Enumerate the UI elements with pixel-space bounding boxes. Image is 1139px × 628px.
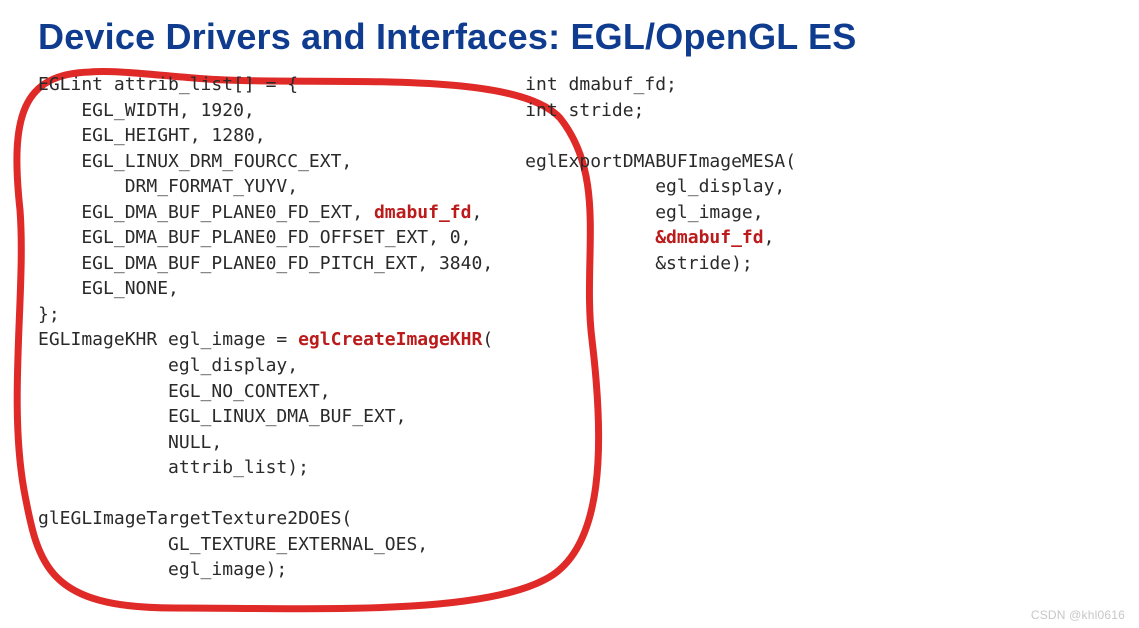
- code-line: egl_image,: [525, 202, 763, 223]
- code-line: ,: [472, 202, 483, 223]
- slide: Device Drivers and Interfaces: EGL/OpenG…: [0, 0, 1139, 628]
- code-columns: EGLint attrib_list[] = { EGL_WIDTH, 1920…: [32, 72, 1107, 583]
- code-line: egl_display,: [525, 176, 785, 197]
- slide-title: Device Drivers and Interfaces: EGL/OpenG…: [38, 16, 1107, 58]
- code-line: DRM_FORMAT_YUYV,: [38, 176, 298, 197]
- code-line: int dmabuf_fd;: [525, 74, 677, 95]
- code-block-right: int dmabuf_fd; int stride; eglExportDMAB…: [517, 72, 796, 583]
- code-line: EGL_LINUX_DRM_FOURCC_EXT,: [38, 151, 352, 172]
- code-line: EGL_NO_CONTEXT,: [38, 381, 331, 402]
- code-line: NULL,: [38, 432, 222, 453]
- code-line: eglExportDMABUFImageMESA(: [525, 151, 796, 172]
- code-line: EGL_WIDTH, 1920,: [38, 100, 255, 121]
- code-line: EGL_DMA_BUF_PLANE0_FD_EXT,: [38, 202, 374, 223]
- code-line: int stride;: [525, 100, 644, 121]
- code-line: EGL_NONE,: [38, 278, 179, 299]
- code-highlight-dmabuf-fd: dmabuf_fd: [374, 202, 472, 223]
- code-line: egl_display,: [38, 355, 298, 376]
- code-line: EGLImageKHR egl_image =: [38, 329, 298, 350]
- code-highlight-eglcreateimagekhr: eglCreateImageKHR: [298, 329, 482, 350]
- code-line: };: [38, 304, 60, 325]
- code-line: (: [482, 329, 493, 350]
- code-line: glEGLImageTargetTexture2DOES(: [38, 508, 352, 529]
- code-line: EGL_LINUX_DMA_BUF_EXT,: [38, 406, 406, 427]
- code-line: &stride);: [525, 253, 753, 274]
- code-line: [525, 227, 655, 248]
- code-line: GL_TEXTURE_EXTERNAL_OES,: [38, 534, 428, 555]
- code-line: ,: [764, 227, 775, 248]
- code-line: EGL_DMA_BUF_PLANE0_FD_PITCH_EXT, 3840,: [38, 253, 493, 274]
- watermark-text: CSDN @khl0616: [1031, 608, 1125, 622]
- code-line: EGL_HEIGHT, 1280,: [38, 125, 266, 146]
- code-line: egl_image);: [38, 559, 287, 580]
- code-line: attrib_list);: [38, 457, 309, 478]
- code-block-left: EGLint attrib_list[] = { EGL_WIDTH, 1920…: [32, 72, 493, 583]
- code-highlight-dmabuf-fd-ref: &dmabuf_fd: [655, 227, 763, 248]
- code-line: EGL_DMA_BUF_PLANE0_FD_OFFSET_EXT, 0,: [38, 227, 471, 248]
- code-line: EGLint attrib_list[] = {: [38, 74, 298, 95]
